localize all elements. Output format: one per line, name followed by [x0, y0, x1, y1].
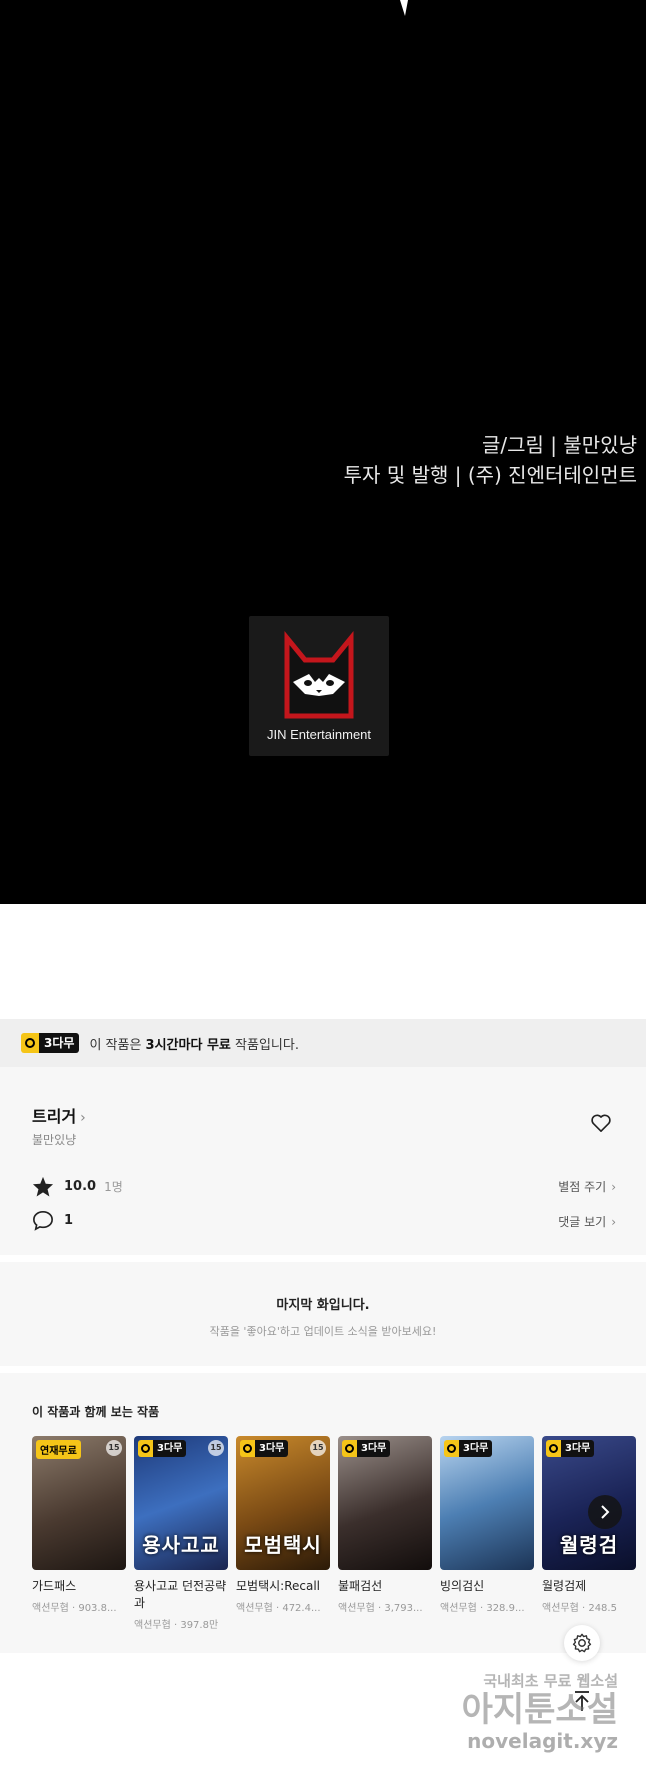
card-title: 월령검제 [542, 1579, 587, 1593]
last-episode-notice: 마지막 화입니다. 작품을 '좋아요'하고 업데이트 소식을 받아보세요! [0, 1262, 646, 1366]
card-title: 빙의검신 [440, 1579, 485, 1593]
card-title: 불패검선 [338, 1579, 383, 1593]
recommendation-list: 연재무료 15 가드패스 액션무협 · 903.8... 3다무 15 용사고교… [32, 1436, 636, 1631]
rate-button[interactable]: 별점 주기 › [558, 1178, 616, 1195]
recommendation-card[interactable]: 3다무 15 모범택시 모범택시:Recall 액션무협 · 472.4... [236, 1436, 330, 1631]
settings-button[interactable] [564, 1625, 600, 1661]
card-title: 용사고교 던전공략과 [134, 1579, 227, 1610]
cover-image: 3다무 [338, 1436, 432, 1570]
age-rating-badge: 15 [208, 1440, 224, 1456]
clock-icon [546, 1440, 561, 1457]
comment-icon [33, 1211, 53, 1231]
series-title-link[interactable]: 트리거 › [32, 1103, 86, 1127]
recommendations-title: 이 작품과 함께 보는 작품 [32, 1405, 160, 1419]
chevron-right-icon: › [611, 1180, 616, 1194]
last-episode-sub: 작품을 '좋아요'하고 업데이트 소식을 받아보세요! [209, 1325, 437, 1338]
recommendation-card[interactable]: 3다무 월령검 월령검제 액션무협 · 248.5 [542, 1436, 636, 1631]
cover-image: 3다무 [440, 1436, 534, 1570]
age-rating-badge: 15 [106, 1440, 122, 1456]
art-fragment [400, 0, 408, 16]
wait-free-badge: 3다무 [444, 1440, 493, 1457]
cover-title-art: 모범택시 [244, 1533, 322, 1557]
view-comments-button[interactable]: 댓글 보기 › [558, 1213, 616, 1230]
clock-icon [21, 1033, 39, 1053]
chevron-right-icon: › [80, 1110, 86, 1126]
wait-free-badge: 3다무 [342, 1440, 391, 1457]
rating-count: 1명 [104, 1180, 123, 1194]
series-author: 불만있냥 [32, 1133, 77, 1147]
heart-icon[interactable] [590, 1113, 612, 1133]
credit-publisher: 투자 및 발행 | (주) 진엔터테인먼트 [343, 463, 637, 487]
cover-title-art: 월령검 [559, 1533, 619, 1557]
card-title: 모범택시:Recall [236, 1579, 321, 1593]
card-meta: 액션무협 · 328.9... [440, 1603, 525, 1614]
wait-free-badge: 3다무 [240, 1440, 289, 1457]
card-meta: 액션무협 · 3,793... [338, 1603, 423, 1614]
card-meta: 액션무협 · 248.5 [542, 1603, 617, 1614]
next-page-button[interactable] [588, 1495, 622, 1529]
star-icon [32, 1176, 54, 1197]
credit-author: 글/그림 | 불만있냥 [482, 433, 637, 457]
free-info-bar: 3다무 이 작품은 3시간마다 무료 작품입니다. [0, 1019, 646, 1067]
clock-icon [342, 1440, 357, 1457]
recommendation-card[interactable]: 3다무 빙의검신 액션무협 · 328.9... [440, 1436, 534, 1631]
serial-free-badge: 연재무료 [36, 1440, 81, 1459]
card-meta: 액션무협 · 472.4... [236, 1603, 321, 1614]
series-title: 트리거 [32, 1107, 77, 1126]
card-meta: 액션무협 · 397.8만 [134, 1620, 219, 1631]
age-rating-badge: 15 [310, 1440, 326, 1456]
cover-image: 연재무료 15 [32, 1436, 126, 1570]
clock-icon [138, 1440, 153, 1457]
cover-image: 3다무 15 모범택시 [236, 1436, 330, 1570]
watermark-line3: novelagit.xyz [467, 1729, 618, 1753]
credits: 글/그림 | 불만있냥 투자 및 발행 | (주) 진엔터테인먼트 [344, 430, 637, 490]
gear-icon [572, 1633, 592, 1653]
comic-viewer: 글/그림 | 불만있냥 투자 및 발행 | (주) 진엔터테인먼트 JIN En… [0, 0, 646, 904]
rating-value: 10.0 [64, 1179, 97, 1194]
comment-count: 1 [64, 1213, 74, 1228]
chevron-right-icon: › [611, 1215, 616, 1229]
watermark-line2: 아지툰소설 [461, 1690, 618, 1730]
rating-summary: 10.0 1명 [32, 1176, 123, 1197]
chevron-right-icon [601, 1505, 610, 1519]
card-meta: 액션무협 · 903.8... [32, 1603, 117, 1614]
series-info: 트리거 › 불만있냥 10.0 1명 별점 주기 › 1 댓글 보기 › [0, 1067, 646, 1255]
cat-logo-icon [284, 630, 354, 719]
watermark: 국내최초 무료 웹소설 아지툰소설 novelagit.xyz [442, 1670, 618, 1753]
last-episode-heading: 마지막 화입니다. [276, 1298, 370, 1313]
cover-title-art: 용사고교 [142, 1533, 220, 1557]
clock-icon [240, 1440, 255, 1457]
publisher-logo: JIN Entertainment [249, 616, 389, 756]
clock-icon [444, 1440, 459, 1457]
cover-image: 3다무 15 용사고교 [134, 1436, 228, 1570]
recommendation-card[interactable]: 연재무료 15 가드패스 액션무협 · 903.8... [32, 1436, 126, 1631]
free-info-text: 이 작품은 3시간마다 무료 작품입니다. [89, 1037, 299, 1053]
recommendation-card[interactable]: 3다무 불패검선 액션무협 · 3,793... [338, 1436, 432, 1631]
comment-summary: 1 [32, 1210, 73, 1231]
card-title: 가드패스 [32, 1579, 77, 1593]
recommendations: 이 작품과 함께 보는 작품 연재무료 15 가드패스 액션무협 · 903.8… [0, 1373, 646, 1653]
watermark-line1: 국내최초 무료 웹소설 [483, 1672, 618, 1690]
wait-free-badge: 3다무 [138, 1440, 187, 1457]
logo-text: JIN Entertainment [266, 727, 372, 742]
wait-free-badge: 3다무 [21, 1033, 80, 1053]
wait-free-badge: 3다무 [546, 1440, 595, 1457]
recommendation-card[interactable]: 3다무 15 용사고교 용사고교 던전공략과 액션무협 · 397.8만 [134, 1436, 228, 1631]
